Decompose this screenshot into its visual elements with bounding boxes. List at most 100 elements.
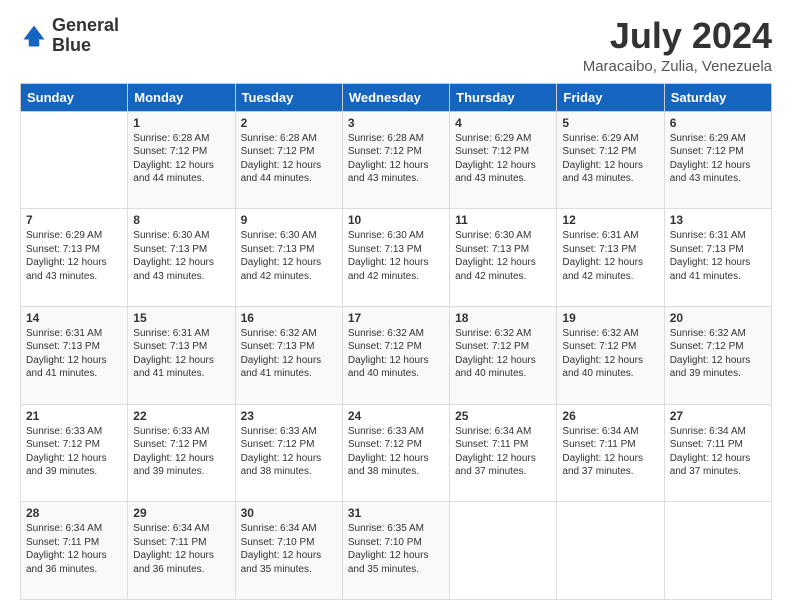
day-cell: 5 Sunrise: 6:29 AMSunset: 7:12 PMDaylight… bbox=[557, 111, 664, 209]
day-cell: 12 Sunrise: 6:31 AMSunset: 7:13 PMDayligh… bbox=[557, 209, 664, 307]
day-info: Sunrise: 6:30 AMSunset: 7:13 PMDaylight:… bbox=[133, 229, 229, 283]
day-info: Sunrise: 6:30 AMSunset: 7:13 PMDaylight:… bbox=[455, 229, 551, 283]
day-number: 12 bbox=[562, 213, 658, 227]
day-number: 27 bbox=[670, 409, 766, 423]
day-number: 30 bbox=[241, 506, 337, 520]
day-number: 17 bbox=[348, 311, 444, 325]
week-row-2: 14Sunrise: 6:31 AMSunset: 7:13 PMDayligh… bbox=[21, 306, 772, 404]
day-info: Sunrise: 6:34 AMSunset: 7:11 PMDaylight:… bbox=[455, 425, 551, 479]
day-info: Sunrise: 6:29 AMSunset: 7:12 PMDaylight:… bbox=[562, 132, 658, 186]
day-cell: 10Sunrise: 6:30 AMSunset: 7:13 PMDayligh… bbox=[342, 209, 449, 307]
logo: General Blue bbox=[20, 16, 119, 56]
day-number: 29 bbox=[133, 506, 229, 520]
day-number: 21 bbox=[26, 409, 122, 423]
week-row-1: 7Sunrise: 6:29 AMSunset: 7:13 PMDaylight… bbox=[21, 209, 772, 307]
calendar-table: SundayMondayTuesdayWednesdayThursdayFrid… bbox=[20, 83, 772, 600]
day-header-tuesday: Tuesday bbox=[235, 83, 342, 111]
day-cell: 1 Sunrise: 6:28 AMSunset: 7:12 PMDaylight… bbox=[128, 111, 235, 209]
day-info: Sunrise: 6:32 AMSunset: 7:12 PMDaylight:… bbox=[455, 327, 551, 381]
day-info: Sunrise: 6:29 AMSunset: 7:12 PMDaylight:… bbox=[670, 132, 766, 186]
day-cell: 26 Sunrise: 6:34 AMSunset: 7:11 PMDayligh… bbox=[557, 404, 664, 502]
day-header-thursday: Thursday bbox=[450, 83, 557, 111]
day-number: 11 bbox=[455, 213, 551, 227]
day-number: 28 bbox=[26, 506, 122, 520]
day-number: 31 bbox=[348, 506, 444, 520]
day-header-monday: Monday bbox=[128, 83, 235, 111]
page: General Blue July 2024 Maracaibo, Zulia,… bbox=[0, 0, 792, 612]
day-cell: 20Sunrise: 6:32 AMSunset: 7:12 PMDayligh… bbox=[664, 306, 771, 404]
day-cell: 2Sunrise: 6:28 AMSunset: 7:12 PMDaylight… bbox=[235, 111, 342, 209]
day-info: Sunrise: 6:29 AMSunset: 7:13 PMDaylight:… bbox=[26, 229, 122, 283]
day-cell: 17 Sunrise: 6:32 AMSunset: 7:12 PMDayligh… bbox=[342, 306, 449, 404]
day-info: Sunrise: 6:32 AMSunset: 7:13 PMDaylight:… bbox=[241, 327, 337, 381]
day-number: 8 bbox=[133, 213, 229, 227]
day-info: Sunrise: 6:34 AMSunset: 7:11 PMDaylight:… bbox=[562, 425, 658, 479]
day-number: 23 bbox=[241, 409, 337, 423]
day-number: 26 bbox=[562, 409, 658, 423]
day-number: 4 bbox=[455, 116, 551, 130]
day-info: Sunrise: 6:28 AMSunset: 7:12 PMDaylight:… bbox=[133, 132, 229, 186]
week-row-4: 28 Sunrise: 6:34 AMSunset: 7:11 PMDayligh… bbox=[21, 502, 772, 600]
day-cell: 22Sunrise: 6:33 AMSunset: 7:12 PMDayligh… bbox=[128, 404, 235, 502]
day-header-sunday: Sunday bbox=[21, 83, 128, 111]
day-number: 5 bbox=[562, 116, 658, 130]
week-row-3: 21 Sunrise: 6:33 AMSunset: 7:12 PMDayligh… bbox=[21, 404, 772, 502]
location: Maracaibo, Zulia, Venezuela bbox=[583, 58, 772, 75]
day-info: Sunrise: 6:29 AMSunset: 7:12 PMDaylight:… bbox=[455, 132, 551, 186]
day-number: 1 bbox=[133, 116, 229, 130]
day-cell: 9 Sunrise: 6:30 AMSunset: 7:13 PMDaylight… bbox=[235, 209, 342, 307]
day-number: 10 bbox=[348, 213, 444, 227]
day-cell bbox=[21, 111, 128, 209]
day-cell: 25 Sunrise: 6:34 AMSunset: 7:11 PMDayligh… bbox=[450, 404, 557, 502]
day-info: Sunrise: 6:34 AMSunset: 7:11 PMDaylight:… bbox=[26, 522, 122, 576]
day-info: Sunrise: 6:34 AMSunset: 7:11 PMDaylight:… bbox=[670, 425, 766, 479]
day-number: 9 bbox=[241, 213, 337, 227]
day-header-saturday: Saturday bbox=[664, 83, 771, 111]
day-number: 2 bbox=[241, 116, 337, 130]
day-number: 13 bbox=[670, 213, 766, 227]
day-info: Sunrise: 6:32 AMSunset: 7:12 PMDaylight:… bbox=[348, 327, 444, 381]
title-block: July 2024 Maracaibo, Zulia, Venezuela bbox=[583, 16, 772, 75]
day-info: Sunrise: 6:35 AMSunset: 7:10 PMDaylight:… bbox=[348, 522, 444, 576]
day-cell: 4 Sunrise: 6:29 AMSunset: 7:12 PMDaylight… bbox=[450, 111, 557, 209]
day-number: 3 bbox=[348, 116, 444, 130]
month-year: July 2024 bbox=[583, 16, 772, 56]
day-cell: 24 Sunrise: 6:33 AMSunset: 7:12 PMDayligh… bbox=[342, 404, 449, 502]
day-cell: 6 Sunrise: 6:29 AMSunset: 7:12 PMDaylight… bbox=[664, 111, 771, 209]
day-number: 19 bbox=[562, 311, 658, 325]
header: General Blue July 2024 Maracaibo, Zulia,… bbox=[20, 16, 772, 75]
day-header-friday: Friday bbox=[557, 83, 664, 111]
day-number: 24 bbox=[348, 409, 444, 423]
logo-icon bbox=[20, 22, 48, 50]
day-cell: 16 Sunrise: 6:32 AMSunset: 7:13 PMDayligh… bbox=[235, 306, 342, 404]
day-cell: 11 Sunrise: 6:30 AMSunset: 7:13 PMDayligh… bbox=[450, 209, 557, 307]
day-info: Sunrise: 6:31 AMSunset: 7:13 PMDaylight:… bbox=[26, 327, 122, 381]
day-info: Sunrise: 6:31 AMSunset: 7:13 PMDaylight:… bbox=[562, 229, 658, 283]
day-info: Sunrise: 6:33 AMSunset: 7:12 PMDaylight:… bbox=[348, 425, 444, 479]
day-info: Sunrise: 6:33 AMSunset: 7:12 PMDaylight:… bbox=[133, 425, 229, 479]
day-info: Sunrise: 6:30 AMSunset: 7:13 PMDaylight:… bbox=[241, 229, 337, 283]
day-cell: 7Sunrise: 6:29 AMSunset: 7:13 PMDaylight… bbox=[21, 209, 128, 307]
day-cell: 19Sunrise: 6:32 AMSunset: 7:12 PMDayligh… bbox=[557, 306, 664, 404]
day-number: 15 bbox=[133, 311, 229, 325]
day-cell: 13Sunrise: 6:31 AMSunset: 7:13 PMDayligh… bbox=[664, 209, 771, 307]
day-info: Sunrise: 6:34 AMSunset: 7:11 PMDaylight:… bbox=[133, 522, 229, 576]
day-number: 25 bbox=[455, 409, 551, 423]
day-cell: 23Sunrise: 6:33 AMSunset: 7:12 PMDayligh… bbox=[235, 404, 342, 502]
day-info: Sunrise: 6:34 AMSunset: 7:10 PMDaylight:… bbox=[241, 522, 337, 576]
day-cell: 14Sunrise: 6:31 AMSunset: 7:13 PMDayligh… bbox=[21, 306, 128, 404]
day-number: 16 bbox=[241, 311, 337, 325]
day-cell: 18Sunrise: 6:32 AMSunset: 7:12 PMDayligh… bbox=[450, 306, 557, 404]
day-header-wednesday: Wednesday bbox=[342, 83, 449, 111]
day-cell bbox=[450, 502, 557, 600]
day-info: Sunrise: 6:31 AMSunset: 7:13 PMDaylight:… bbox=[133, 327, 229, 381]
day-number: 6 bbox=[670, 116, 766, 130]
logo-line1: General bbox=[52, 16, 119, 36]
day-number: 20 bbox=[670, 311, 766, 325]
day-cell bbox=[664, 502, 771, 600]
day-info: Sunrise: 6:33 AMSunset: 7:12 PMDaylight:… bbox=[26, 425, 122, 479]
day-cell: 29 Sunrise: 6:34 AMSunset: 7:11 PMDayligh… bbox=[128, 502, 235, 600]
day-cell bbox=[557, 502, 664, 600]
day-cell: 21 Sunrise: 6:33 AMSunset: 7:12 PMDayligh… bbox=[21, 404, 128, 502]
day-cell: 3Sunrise: 6:28 AMSunset: 7:12 PMDaylight… bbox=[342, 111, 449, 209]
